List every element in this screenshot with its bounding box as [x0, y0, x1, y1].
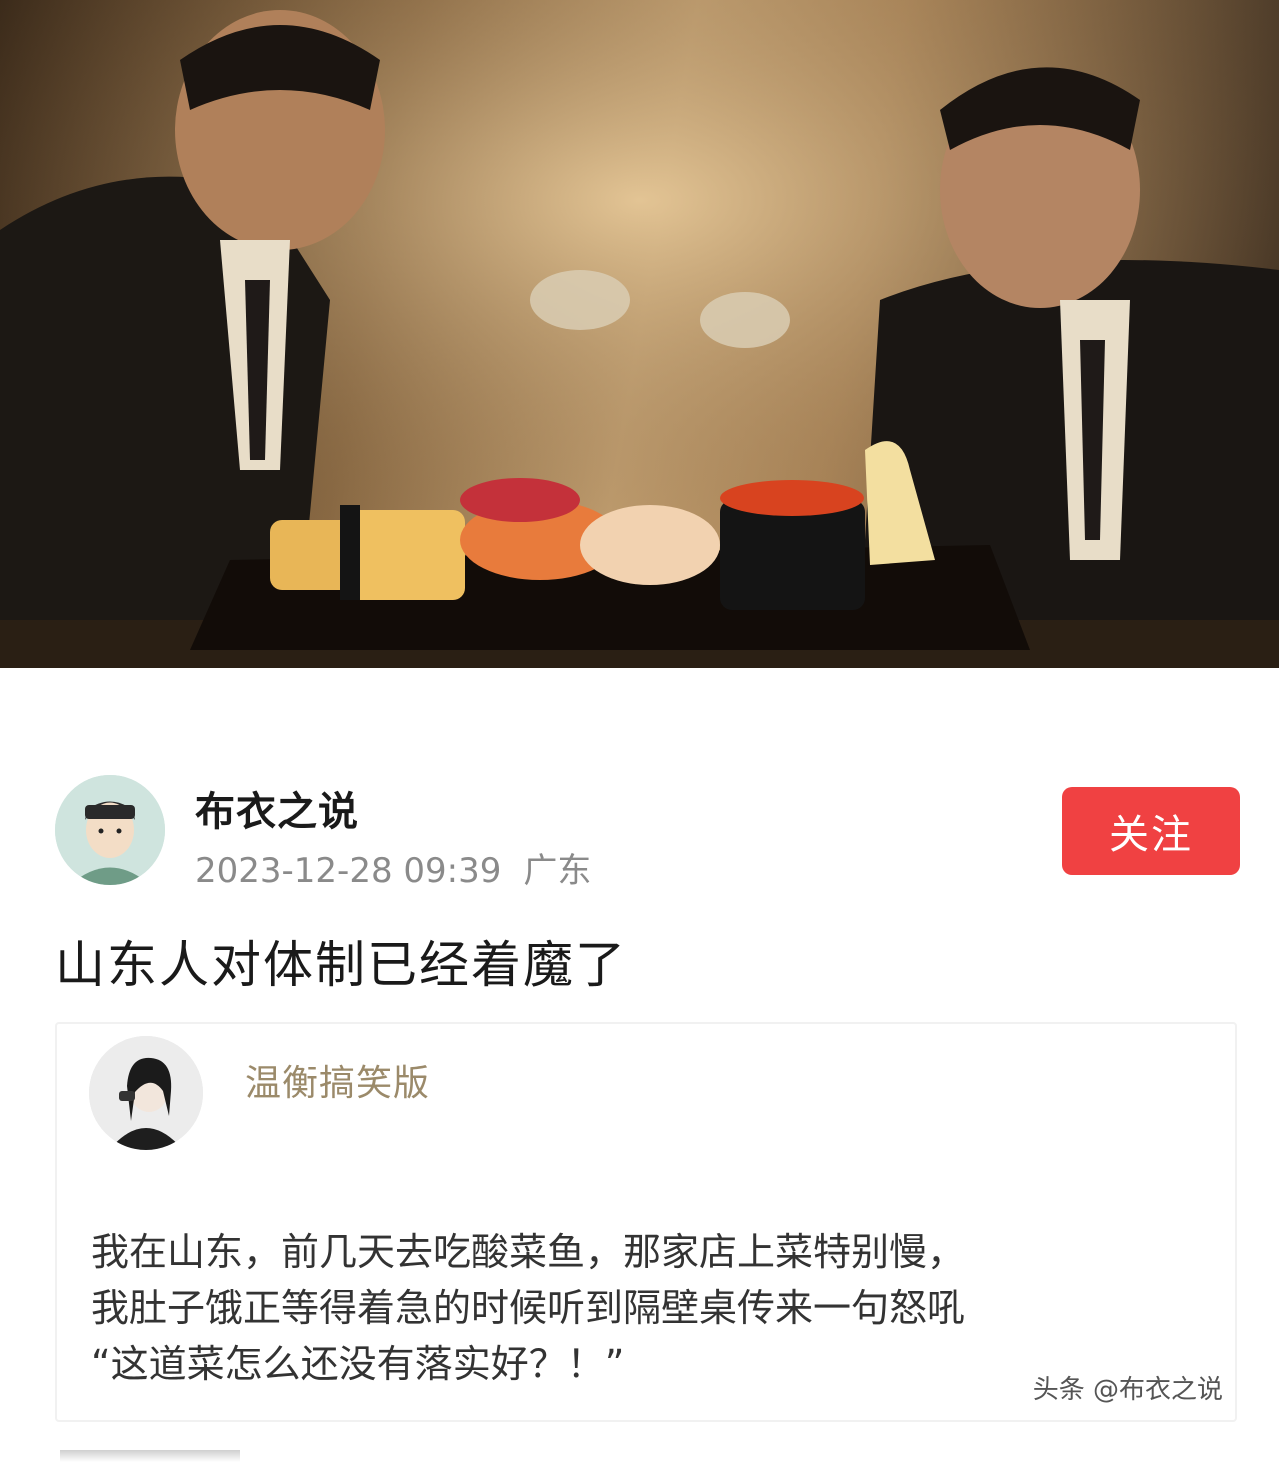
- cutoff-content: [60, 1450, 240, 1462]
- author-avatar-illustration: [55, 775, 165, 885]
- quoted-line: 我肚子饿正等得着急的时候听到隔壁桌传来一句怒吼: [91, 1286, 966, 1330]
- quoted-author-name[interactable]: 温衡搞笑版: [245, 1054, 430, 1106]
- author-row: 布衣之说 2023-12-28 09:39 广东 关注: [55, 773, 1240, 893]
- quoted-line: 我在山东，前几天去吃酸菜鱼，那家店上菜特别慢，: [91, 1230, 966, 1274]
- follow-button[interactable]: 关注: [1062, 787, 1240, 875]
- hero-photo: [0, 0, 1279, 668]
- quoted-avatar[interactable]: [89, 1036, 203, 1150]
- quoted-avatar-illustration: [89, 1036, 203, 1150]
- quoted-text: 我在山东，前几天去吃酸菜鱼，那家店上菜特别慢， 我肚子饿正等得着急的时候听到隔壁…: [91, 1224, 1211, 1392]
- author-avatar[interactable]: [55, 775, 165, 885]
- author-meta: 2023-12-28 09:39 广东: [195, 843, 591, 892]
- quoted-post-card[interactable]: 温衡搞笑版 我在山东，前几天去吃酸菜鱼，那家店上菜特别慢， 我肚子饿正等得着急的…: [55, 1022, 1237, 1422]
- post-location: 广东: [523, 851, 592, 891]
- watermark: 头条 @布衣之说: [1032, 1375, 1223, 1405]
- author-name[interactable]: 布衣之说: [195, 779, 359, 837]
- hero-illustration: [0, 0, 1279, 668]
- post-title: 山东人对体制已经着魔了: [55, 936, 627, 994]
- post-date: 2023-12-28 09:39: [195, 851, 502, 891]
